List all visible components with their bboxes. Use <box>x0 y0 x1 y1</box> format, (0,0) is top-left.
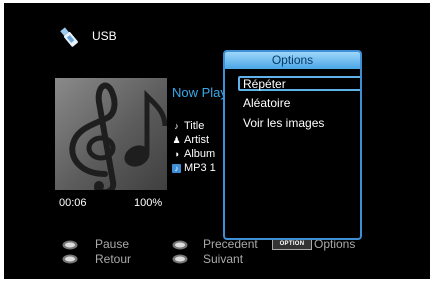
track-format: ♪ MP3 1 <box>172 162 216 174</box>
disc-icon: ◑ <box>173 149 180 159</box>
person-icon: ♟ <box>172 135 181 145</box>
track-artist: ♟ Artist <box>172 134 209 146</box>
next-button-icon <box>172 254 188 264</box>
music-notes-icon <box>69 82 167 190</box>
enter-button-icon <box>62 240 78 250</box>
usb-stick-icon <box>60 27 78 47</box>
source-label: USB <box>92 29 117 43</box>
track-format-text: MP3 1 <box>184 162 216 174</box>
note-icon: ♪ <box>174 121 179 131</box>
track-album-text: Album <box>184 148 216 160</box>
track-artist-text: Artist <box>184 134 210 146</box>
album-art <box>55 78 167 190</box>
options-menu: Options Répéter Aléatoire Voir les image… <box>223 50 362 240</box>
elapsed-time: 00:06 <box>59 197 87 209</box>
tv-screen: USB Now Playing ♪ Title ♟ Artist ◑ Album ♪ M… <box>4 3 430 279</box>
menu-item-repeat[interactable]: Répéter <box>243 77 286 91</box>
track-title-text: Title <box>184 120 205 132</box>
hint-back: Retour <box>95 252 132 266</box>
menu-item-view-images[interactable]: Voir les images <box>243 116 324 130</box>
track-album: ◑ Album <box>172 148 215 160</box>
return-button-icon <box>62 254 78 264</box>
progress-percent: 100% <box>134 197 163 209</box>
options-menu-title: Options <box>225 52 360 69</box>
option-button-badge: OPTION <box>272 239 312 250</box>
track-title: ♪ Title <box>172 120 204 132</box>
hint-next: Suivant <box>203 252 244 266</box>
hint-pause: Pause <box>95 237 130 251</box>
file-format-icon: ♪ <box>172 164 181 173</box>
menu-item-random[interactable]: Aléatoire <box>243 96 290 110</box>
previous-button-icon <box>172 240 188 250</box>
